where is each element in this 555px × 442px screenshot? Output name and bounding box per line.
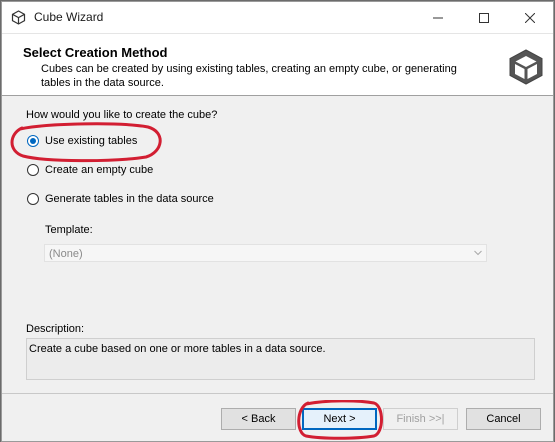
- title-bar: Cube Wizard: [2, 2, 553, 34]
- cube-wizard-window: Cube Wizard Select Creation Method Cubes…: [1, 1, 554, 442]
- minimize-button[interactable]: [415, 2, 461, 33]
- next-button[interactable]: Next >: [302, 408, 377, 430]
- option-create-empty-cube[interactable]: Create an empty cube: [27, 162, 153, 178]
- footer-divider: [2, 393, 553, 394]
- maximize-icon: [479, 12, 489, 23]
- template-label: Template:: [45, 224, 93, 236]
- option-label: Create an empty cube: [45, 164, 154, 176]
- radio-button[interactable]: [27, 193, 39, 205]
- window-title: Cube Wizard: [34, 10, 104, 24]
- finish-button: Finish >>|: [383, 408, 458, 430]
- chevron-down-icon: [474, 250, 482, 256]
- minimize-icon: [433, 17, 443, 18]
- cube-app-icon: [11, 10, 26, 25]
- option-label: Generate tables in the data source: [45, 193, 214, 205]
- creation-question: How would you like to create the cube?: [26, 109, 218, 121]
- option-generate-tables[interactable]: Generate tables in the data source: [27, 191, 214, 207]
- radio-button[interactable]: [27, 135, 39, 147]
- description-box: Create a cube based on one or more table…: [26, 338, 535, 380]
- back-button[interactable]: < Back: [221, 408, 296, 430]
- wizard-header: Select Creation Method Cubes can be crea…: [2, 34, 553, 96]
- description-text: Create a cube based on one or more table…: [29, 343, 326, 355]
- description-label: Description:: [26, 323, 85, 335]
- maximize-button[interactable]: [461, 2, 507, 33]
- page-description: Cubes can be created by using existing t…: [41, 63, 457, 89]
- close-icon: [525, 12, 535, 23]
- option-use-existing-tables[interactable]: Use existing tables: [27, 133, 137, 149]
- template-value: (None): [49, 248, 83, 260]
- option-label: Use existing tables: [45, 135, 138, 147]
- cancel-button[interactable]: Cancel: [466, 408, 541, 430]
- page-title: Select Creation Method: [23, 45, 168, 60]
- close-button[interactable]: [507, 2, 553, 33]
- template-dropdown[interactable]: (None): [44, 244, 487, 262]
- cube-icon: [509, 49, 543, 85]
- radio-button[interactable]: [27, 164, 39, 176]
